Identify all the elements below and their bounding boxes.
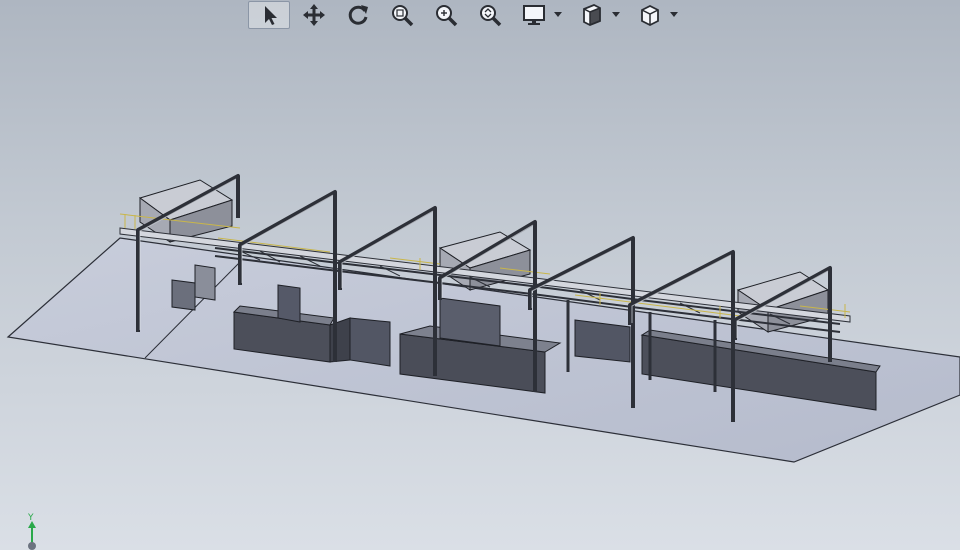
- view-toolbar: [248, 0, 684, 30]
- zoom-area-icon: [436, 5, 458, 27]
- reference-triad: Y: [27, 513, 36, 550]
- chevron-down-icon: [554, 12, 562, 17]
- chevron-down-icon: [670, 12, 678, 17]
- pan-tool-button[interactable]: [294, 1, 334, 29]
- pan-icon: [303, 4, 325, 26]
- view-orientation-button[interactable]: [630, 1, 670, 29]
- zoom-in-out-icon: [480, 5, 502, 27]
- zoom-area-button[interactable]: [426, 1, 466, 29]
- rotate-icon: [348, 5, 368, 25]
- zoom-to-fit-button[interactable]: [382, 1, 422, 29]
- 3d-model-viewport[interactable]: [0, 0, 960, 550]
- display-monitor-icon: [523, 5, 545, 25]
- select-arrow-icon: [265, 6, 277, 25]
- select-tool-button[interactable]: [248, 1, 290, 29]
- zoom-to-fit-icon: [392, 5, 414, 27]
- section-view-icon: [583, 4, 601, 26]
- chevron-down-icon: [612, 12, 620, 17]
- view-cube-icon: [641, 4, 659, 27]
- triad-y-label: Y: [27, 513, 34, 523]
- rotate-tool-button[interactable]: [338, 1, 378, 29]
- section-view-button[interactable]: [572, 1, 612, 29]
- zoom-in-out-button[interactable]: [470, 1, 510, 29]
- display-style-button[interactable]: [514, 1, 554, 29]
